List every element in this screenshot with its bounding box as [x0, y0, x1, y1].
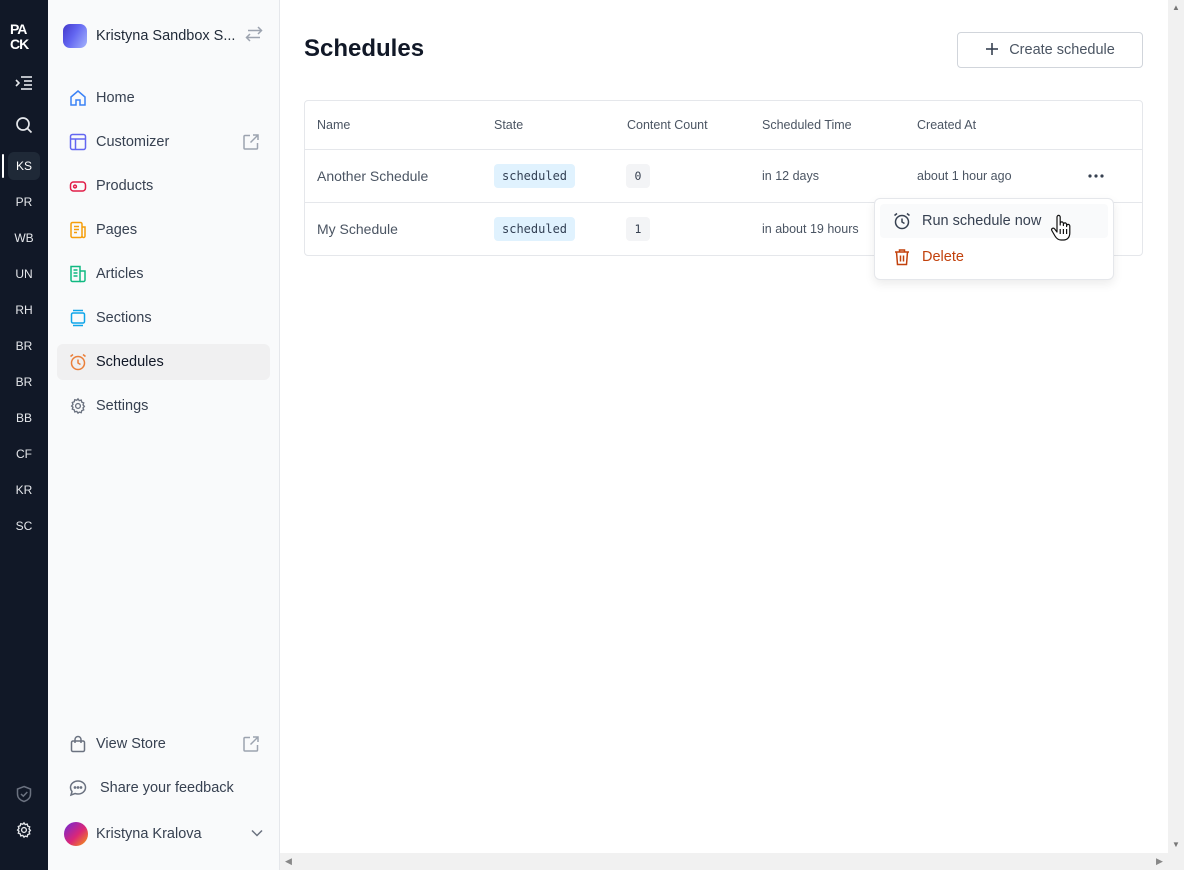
switch-arrows-icon[interactable]	[245, 25, 263, 47]
sidebar-item-pages[interactable]: Pages	[57, 212, 270, 248]
store-switcher-br-2[interactable]: BR	[8, 368, 40, 396]
main-content: Schedules Create schedule Name State Con…	[280, 0, 1168, 853]
chat-bubble-icon	[69, 779, 87, 797]
pack-logo[interactable]: PA CK	[10, 21, 38, 52]
share-feedback-label: Share your feedback	[100, 780, 234, 796]
collapse-menu-icon[interactable]	[14, 73, 34, 93]
gear-icon[interactable]	[14, 820, 34, 840]
store-switcher-kr[interactable]: KR	[8, 476, 40, 504]
store-switcher-cf[interactable]: CF	[8, 440, 40, 468]
run-schedule-now-menu-item[interactable]: Run schedule now	[880, 204, 1108, 238]
user-name: Kristyna Kralova	[96, 826, 202, 842]
sidebar-item-products[interactable]: Products	[57, 168, 270, 204]
store-switcher-ks[interactable]: KS	[8, 152, 40, 180]
tag-icon	[69, 177, 87, 195]
newspaper-icon	[69, 265, 87, 283]
store-switcher-wb[interactable]: WB	[8, 224, 40, 252]
sections-icon	[69, 309, 87, 327]
more-actions-icon[interactable]	[1087, 168, 1105, 184]
sidebar: Kristyna Sandbox S... Home Customizer Pr…	[48, 0, 280, 870]
status-badge: scheduled	[494, 164, 576, 188]
column-header-scheduled-time[interactable]: Scheduled Time	[762, 118, 852, 132]
sidebar-item-label: Pages	[96, 222, 138, 238]
page-title: Schedules	[304, 35, 425, 62]
active-store-marker	[2, 154, 4, 178]
svg-text:CK: CK	[10, 36, 29, 52]
menu-item-label: Delete	[922, 249, 964, 265]
external-link-icon[interactable]	[242, 133, 260, 155]
store-switcher-un[interactable]: UN	[8, 260, 40, 288]
store-name: Kristyna Sandbox S...	[96, 28, 236, 44]
row-actions-menu: Run schedule now Delete	[874, 198, 1114, 280]
clock-icon	[69, 353, 87, 371]
sidebar-item-label: Settings	[96, 398, 149, 414]
menu-item-label: Run schedule now	[922, 213, 1042, 229]
store-logo	[63, 24, 87, 48]
hand-cursor-icon	[1050, 214, 1072, 247]
horizontal-scrollbar[interactable]: ◀ ▶	[280, 853, 1184, 870]
sidebar-item-home[interactable]: Home	[57, 80, 270, 116]
trash-icon	[892, 247, 912, 267]
create-schedule-label: Create schedule	[1009, 42, 1115, 58]
column-header-content-count[interactable]: Content Count	[627, 118, 708, 132]
content-count-badge: 1	[626, 217, 650, 241]
scroll-left-arrow-icon[interactable]: ◀	[285, 856, 292, 867]
column-header-name[interactable]: Name	[317, 118, 350, 132]
share-feedback-link[interactable]: Share your feedback	[57, 770, 270, 806]
sidebar-item-sections[interactable]: Sections	[57, 300, 270, 336]
store-switcher-bb[interactable]: BB	[8, 404, 40, 432]
external-link-icon[interactable]	[242, 735, 260, 757]
scroll-right-arrow-icon[interactable]: ▶	[1156, 856, 1163, 867]
delete-menu-item[interactable]: Delete	[880, 240, 1108, 274]
workspace-rail: PA CK KS PR WB UN RH BR BR BB CF KR SC	[0, 0, 48, 870]
store-switcher-rh[interactable]: RH	[8, 296, 40, 324]
created-at: about 1 hour ago	[917, 169, 1012, 183]
vertical-scrollbar[interactable]: ▲ ▼	[1168, 0, 1184, 853]
content-count-badge: 0	[626, 164, 650, 188]
plus-icon	[985, 41, 999, 59]
scheduled-time: in about 19 hours	[762, 222, 859, 236]
status-badge: scheduled	[494, 217, 576, 241]
document-icon	[69, 221, 87, 239]
sidebar-item-label: Products	[96, 178, 154, 194]
sidebar-item-label: Home	[96, 90, 135, 106]
store-switcher-pr[interactable]: PR	[8, 188, 40, 216]
svg-text:PA: PA	[10, 22, 27, 37]
create-schedule-button[interactable]: Create schedule	[957, 32, 1143, 68]
sidebar-item-label: Schedules	[96, 354, 164, 370]
home-icon	[69, 89, 87, 107]
user-menu[interactable]: Kristyna Kralova	[64, 822, 264, 846]
sidebar-item-customizer[interactable]: Customizer	[57, 124, 270, 160]
store-switcher-sc[interactable]: SC	[8, 512, 40, 540]
table-row[interactable]: Another Schedule scheduled 0 in 12 days …	[305, 149, 1142, 202]
sidebar-item-label: Articles	[96, 266, 144, 282]
chevron-down-icon[interactable]	[250, 826, 264, 844]
scroll-up-arrow-icon[interactable]: ▲	[1172, 3, 1180, 12]
sidebar-item-articles[interactable]: Articles	[57, 256, 270, 292]
sidebar-item-settings[interactable]: Settings	[57, 388, 270, 424]
scroll-down-arrow-icon[interactable]: ▼	[1172, 840, 1180, 849]
sidebar-item-schedules[interactable]: Schedules	[57, 344, 270, 380]
shopping-bag-icon	[69, 735, 87, 753]
schedule-name[interactable]: My Schedule	[317, 221, 398, 237]
store-selector[interactable]: Kristyna Sandbox S...	[63, 22, 268, 50]
view-store-link[interactable]: View Store	[57, 726, 270, 762]
shield-check-icon[interactable]	[14, 784, 34, 804]
column-header-created-at[interactable]: Created At	[917, 118, 976, 132]
sidebar-item-label: Customizer	[96, 134, 170, 150]
alarm-clock-icon	[892, 211, 912, 231]
schedule-name[interactable]: Another Schedule	[317, 168, 428, 184]
search-icon[interactable]	[14, 115, 34, 135]
layout-icon	[69, 133, 87, 151]
store-switcher-br[interactable]: BR	[8, 332, 40, 360]
gear-icon	[69, 397, 87, 415]
column-header-state[interactable]: State	[494, 118, 523, 132]
view-store-label: View Store	[96, 736, 166, 752]
avatar	[64, 822, 88, 846]
sidebar-item-label: Sections	[96, 310, 152, 326]
scheduled-time: in 12 days	[762, 169, 819, 183]
